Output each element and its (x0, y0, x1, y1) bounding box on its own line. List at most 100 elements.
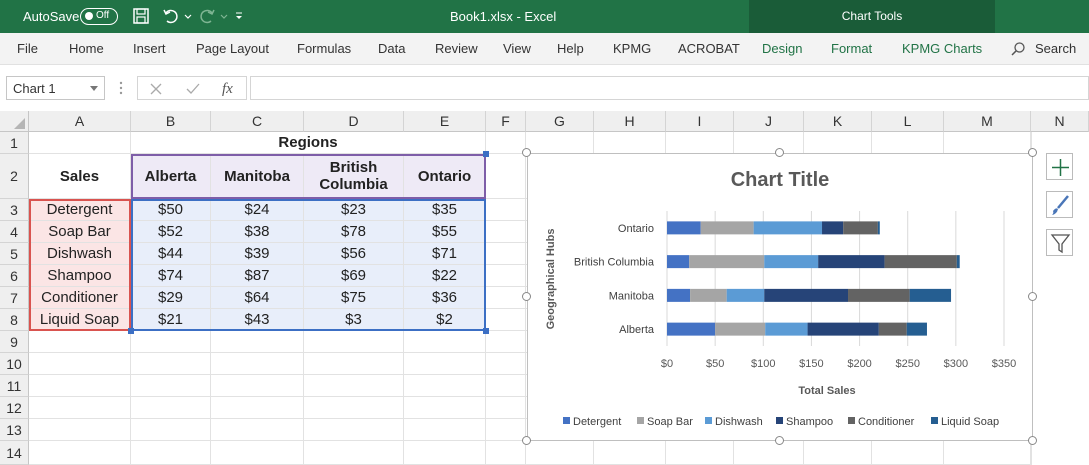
empty-cell[interactable] (404, 441, 486, 465)
value-cell[interactable]: $3 (304, 309, 404, 331)
range-corner-handle[interactable] (483, 151, 489, 157)
tab-file[interactable]: File (17, 41, 38, 56)
row-header-14[interactable]: 14 (0, 441, 29, 465)
customize-qat-icon[interactable] (234, 7, 244, 25)
empty-cell[interactable] (304, 419, 404, 441)
empty-cell[interactable] (666, 132, 734, 154)
empty-cell[interactable] (594, 441, 666, 465)
region-header-cell[interactable]: Alberta (131, 154, 211, 199)
value-cell[interactable]: $39 (211, 243, 304, 265)
tab-kpmg[interactable]: KPMG (613, 41, 651, 56)
resize-handle-r[interactable] (1028, 292, 1037, 301)
value-cell[interactable]: $87 (211, 265, 304, 287)
tab-format[interactable]: Format (831, 41, 872, 56)
row-header-12[interactable]: 12 (0, 397, 29, 419)
row-header-3[interactable]: 3 (0, 199, 29, 221)
chart-elements-button[interactable] (1046, 153, 1073, 180)
resize-handle-tl[interactable] (522, 148, 531, 157)
tab-kpmg-charts[interactable]: KPMG Charts (902, 41, 982, 56)
row-header-13[interactable]: 13 (0, 419, 29, 441)
tab-view[interactable]: View (503, 41, 531, 56)
empty-cell[interactable] (304, 375, 404, 397)
column-header-k[interactable]: K (804, 111, 872, 132)
row-header-4[interactable]: 4 (0, 221, 29, 243)
column-header-m[interactable]: M (944, 111, 1031, 132)
empty-cell[interactable] (486, 243, 526, 265)
more-options-icon[interactable] (118, 81, 124, 95)
empty-cell[interactable] (486, 287, 526, 309)
value-cell[interactable]: $56 (304, 243, 404, 265)
empty-cell[interactable] (526, 132, 594, 154)
tab-acrobat[interactable]: ACROBAT (678, 41, 740, 56)
column-header-e[interactable]: E (404, 111, 486, 132)
value-cell[interactable]: $64 (211, 287, 304, 309)
value-cell[interactable]: $2 (404, 309, 486, 331)
column-header-g[interactable]: G (526, 111, 594, 132)
empty-cell[interactable] (404, 397, 486, 419)
empty-cell[interactable] (29, 331, 131, 353)
column-header-i[interactable]: I (666, 111, 734, 132)
empty-cell[interactable] (734, 132, 804, 154)
tab-help[interactable]: Help (557, 41, 584, 56)
value-cell[interactable]: $35 (404, 199, 486, 221)
column-header-c[interactable]: C (211, 111, 304, 132)
column-header-j[interactable]: J (734, 111, 804, 132)
empty-cell[interactable] (304, 397, 404, 419)
empty-cell[interactable] (304, 331, 404, 353)
row-header-6[interactable]: 6 (0, 265, 29, 287)
empty-cell[interactable] (304, 441, 404, 465)
empty-cell[interactable] (211, 441, 304, 465)
enter-icon[interactable] (186, 83, 200, 95)
tab-home[interactable]: Home (69, 41, 104, 56)
value-cell[interactable]: $50 (131, 199, 211, 221)
value-cell[interactable]: $36 (404, 287, 486, 309)
row-header-10[interactable]: 10 (0, 353, 29, 375)
empty-cell[interactable] (404, 375, 486, 397)
tab-review[interactable]: Review (435, 41, 478, 56)
empty-cell[interactable] (211, 331, 304, 353)
row-header-8[interactable]: 8 (0, 309, 29, 331)
formula-input[interactable] (250, 76, 1089, 100)
resize-handle-b[interactable] (775, 436, 784, 445)
empty-cell[interactable] (131, 397, 211, 419)
empty-cell[interactable] (486, 375, 526, 397)
column-header-l[interactable]: L (872, 111, 944, 132)
column-header-h[interactable]: H (594, 111, 666, 132)
product-label-cell[interactable]: Soap Bar (29, 221, 131, 243)
region-header-cell[interactable]: Manitoba (211, 154, 304, 199)
empty-cell[interactable] (486, 331, 526, 353)
save-icon[interactable] (132, 7, 150, 25)
empty-cell[interactable] (211, 419, 304, 441)
value-cell[interactable]: $22 (404, 265, 486, 287)
empty-cell[interactable] (486, 221, 526, 243)
product-label-cell[interactable]: Detergent (29, 199, 131, 221)
value-cell[interactable]: $71 (404, 243, 486, 265)
chevron-down-icon[interactable] (90, 86, 98, 91)
empty-cell[interactable] (804, 132, 872, 154)
tab-data[interactable]: Data (378, 41, 405, 56)
empty-cell[interactable] (131, 353, 211, 375)
empty-cell[interactable] (526, 441, 594, 465)
empty-cell[interactable] (131, 375, 211, 397)
value-cell[interactable]: $38 (211, 221, 304, 243)
empty-cell[interactable] (486, 199, 526, 221)
product-label-cell[interactable]: Conditioner (29, 287, 131, 309)
empty-cell[interactable] (211, 353, 304, 375)
resize-handle-bl[interactable] (522, 436, 531, 445)
resize-handle-tr[interactable] (1028, 148, 1037, 157)
value-cell[interactable]: $29 (131, 287, 211, 309)
empty-cell[interactable] (666, 441, 734, 465)
value-cell[interactable]: $43 (211, 309, 304, 331)
value-cell[interactable]: $74 (131, 265, 211, 287)
empty-cell[interactable] (872, 441, 944, 465)
region-header-cell[interactable]: British Columbia (304, 154, 404, 199)
empty-cell[interactable] (486, 419, 526, 441)
value-cell[interactable]: $69 (304, 265, 404, 287)
empty-cell[interactable] (594, 132, 666, 154)
tab-formulas[interactable]: Formulas (297, 41, 351, 56)
column-header-d[interactable]: D (304, 111, 404, 132)
cancel-icon[interactable] (150, 83, 162, 95)
range-corner-handle[interactable] (483, 328, 489, 334)
search-label[interactable]: Search (1035, 41, 1076, 56)
empty-cell[interactable] (131, 331, 211, 353)
